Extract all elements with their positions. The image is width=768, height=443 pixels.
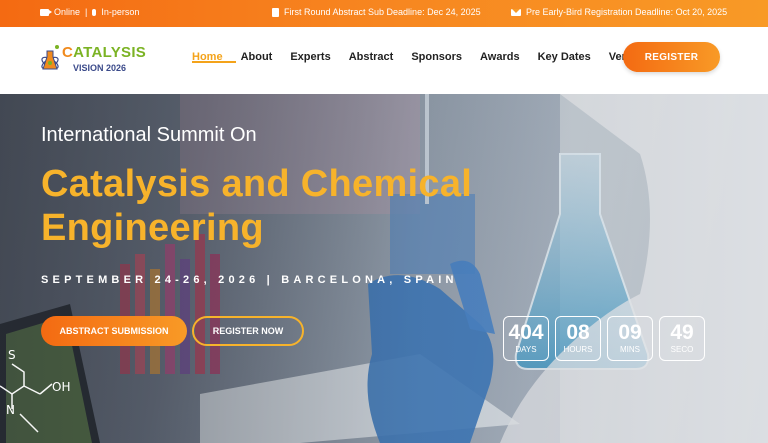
countdown-seconds: 49 SECO (659, 316, 705, 361)
countdown-minutes: 09 MINS (607, 316, 653, 361)
countdown-hours-value: 08 (566, 321, 590, 344)
site-logo[interactable]: CATALYSIS VISION 2026 (40, 43, 146, 77)
microphone-icon (92, 8, 97, 16)
hero-title: Catalysis and Chemical Engineering (41, 163, 473, 249)
logo-wordmark: CATALYSIS (62, 44, 147, 61)
abstract-submission-button[interactable]: ABSTRACT SUBMISSION (41, 316, 187, 346)
nav-sponsors[interactable]: Sponsors (411, 51, 462, 63)
document-icon (272, 7, 279, 17)
attendance-modes: Online | In-person (40, 7, 139, 17)
mode-inperson-label: In-person (101, 7, 140, 17)
register-now-button[interactable]: REGISTER NOW (192, 316, 304, 346)
countdown-days: 404 DAYS (503, 316, 549, 361)
main-navigation: Home About Experts Abstract Sponsors Awa… (192, 51, 659, 63)
event-date-location: SEPTEMBER 24-26, 2026 | BARCELONA, SPAIN (41, 274, 458, 286)
video-camera-icon (40, 8, 52, 16)
nav-experts[interactable]: Experts (290, 51, 330, 63)
logo-subtitle: VISION 2026 (73, 63, 127, 73)
nav-awards[interactable]: Awards (480, 51, 520, 63)
molecule-hydroxyl-label: OH (52, 380, 70, 394)
countdown-seconds-value: 49 (670, 321, 694, 344)
abstract-deadline-text: First Round Abstract Sub Deadline: Dec 2… (284, 7, 481, 17)
mode-online-label: Online (54, 7, 81, 17)
hero-banner: S N OH International Summit On Catalysis… (0, 94, 768, 443)
molecule-sulfur-label: S (8, 348, 16, 362)
countdown-hours-label: HOURS (563, 345, 593, 354)
top-info-bar: Online | In-person First Round Abstract … (0, 0, 768, 27)
countdown-hours: 08 HOURS (555, 316, 601, 361)
nav-about[interactable]: About (241, 51, 273, 63)
nav-abstract[interactable]: Abstract (349, 51, 394, 63)
hero-subtitle: International Summit On (41, 124, 257, 146)
flask-atom-logo-icon (41, 45, 59, 70)
nav-key-dates[interactable]: Key Dates (538, 51, 591, 63)
site-header: CATALYSIS VISION 2026 Home About Experts… (0, 27, 768, 94)
abstract-deadline-notice[interactable]: First Round Abstract Sub Deadline: Dec 2… (272, 7, 481, 17)
countdown-minutes-label: MINS (620, 345, 640, 354)
registration-deadline-notice[interactable]: Pre Early-Bird Registration Deadline: Oc… (511, 7, 727, 17)
mode-separator: | (85, 7, 88, 17)
registration-deadline-text: Pre Early-Bird Registration Deadline: Oc… (526, 7, 728, 17)
countdown-days-label: DAYS (515, 345, 537, 354)
register-button[interactable]: REGISTER (623, 42, 720, 72)
envelope-icon (511, 8, 521, 16)
molecule-nitrogen-label: N (6, 403, 15, 417)
countdown-days-value: 404 (508, 321, 544, 344)
nav-active-indicator (192, 61, 236, 63)
countdown-seconds-label: SECO (670, 345, 694, 354)
countdown-timer: 404 DAYS 08 HOURS 09 MINS 49 SECO (503, 316, 705, 361)
countdown-minutes-value: 09 (618, 321, 642, 344)
